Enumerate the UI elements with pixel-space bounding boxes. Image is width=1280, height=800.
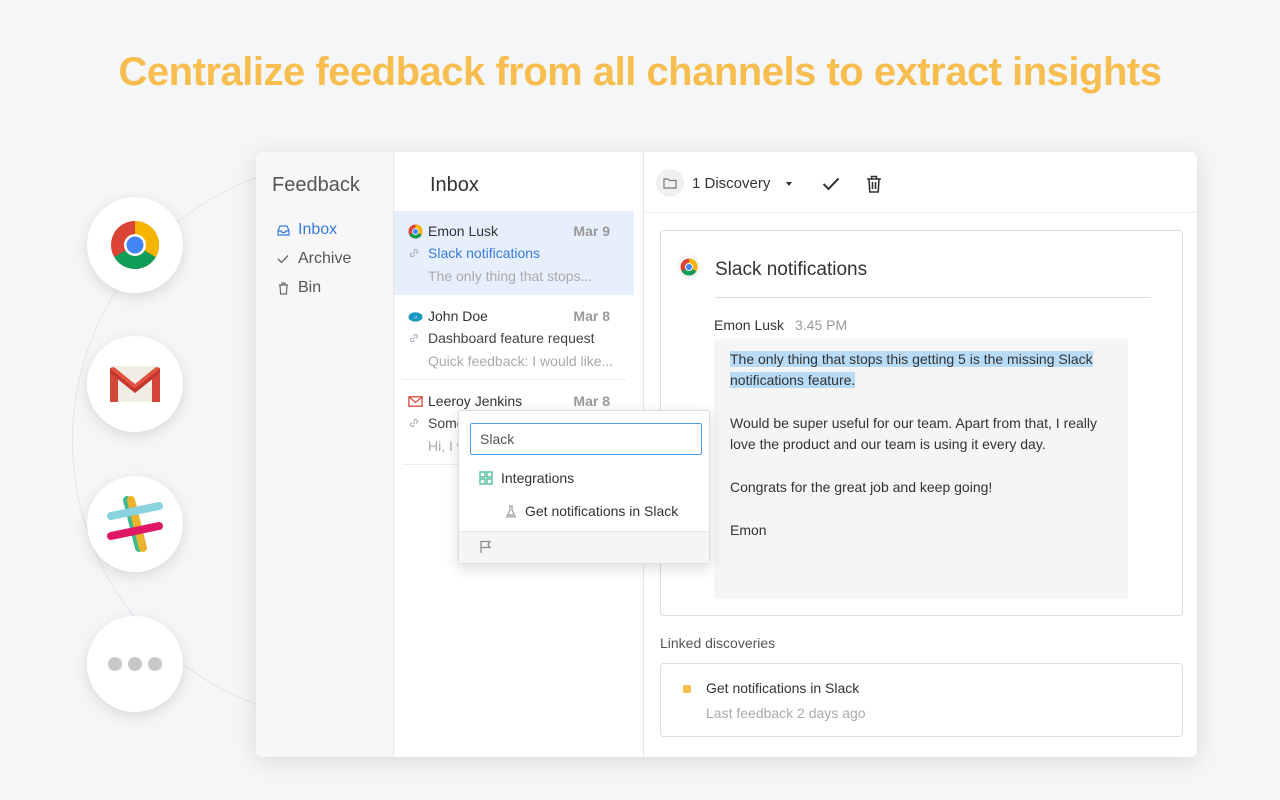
check-icon	[822, 177, 840, 191]
sender-name: Emon Lusk	[428, 223, 499, 239]
chrome-icon	[408, 224, 423, 239]
message-signature: Emon	[730, 522, 767, 538]
linked-discoveries-label: Linked discoveries	[660, 635, 776, 651]
discovery-dropdown[interactable]: 1 Discovery	[692, 175, 770, 192]
popup-footer	[459, 531, 709, 563]
slack-icon	[107, 496, 163, 552]
popup-category-integrations[interactable]: Integrations	[479, 470, 574, 486]
divider	[402, 379, 626, 380]
item-subject: Slack notifications	[428, 245, 541, 261]
inbox-icon	[276, 223, 290, 237]
feedback-card: Slack notifications Emon Lusk 3.45 PM Th…	[660, 230, 1183, 616]
linked-discovery-subtitle: Last feedback 2 days ago	[706, 705, 866, 721]
sender-name: Leeroy Jenkins	[428, 393, 523, 409]
more-sources-button[interactable]	[87, 616, 183, 712]
sidebar-title: Feedback	[272, 174, 360, 196]
link-icon	[409, 418, 419, 428]
sidebar-item-bin[interactable]: Bin	[276, 279, 321, 297]
source-badge	[677, 255, 701, 279]
headline: Centralize feedback from all channels to…	[118, 50, 1162, 94]
inbox-title: Inbox	[430, 174, 479, 196]
gmail-icon	[110, 366, 160, 402]
sidebar-item-inbox[interactable]: Inbox	[276, 221, 337, 239]
sender-name: John Doe	[428, 308, 488, 324]
divider	[715, 297, 1151, 298]
author-name: Emon Lusk	[714, 317, 785, 333]
feedback-title: Slack notifications	[715, 259, 868, 280]
highlighted-text[interactable]: The only thing that stops this getting 5…	[730, 351, 1093, 388]
app-window: Feedback Inbox Archive Bin Inbox Emon Lu…	[256, 152, 1197, 757]
chrome-icon	[111, 221, 160, 270]
item-subject: Dashboard feature request	[428, 330, 595, 346]
message-paragraph: Would be super useful for our team. Apar…	[730, 415, 1098, 452]
mark-done-button[interactable]	[821, 174, 841, 194]
trash-icon	[276, 281, 290, 295]
folder-icon	[663, 178, 677, 189]
folder-button[interactable]	[656, 169, 684, 197]
item-preview: Quick feedback: I would like...	[428, 353, 614, 369]
check-icon	[276, 252, 290, 266]
link-icon	[409, 333, 419, 343]
item-preview: The only thing that stops...	[428, 268, 593, 284]
delete-button[interactable]	[864, 174, 884, 194]
detail-pane: 1 Discovery Slack notifications Emon Lus…	[644, 152, 1197, 757]
sidebar-item-label: Bin	[298, 279, 322, 296]
popup-option-slack-notifications[interactable]: Get notifications in Slack	[505, 503, 678, 519]
link-icon	[409, 248, 419, 258]
inbox-item[interactable]: sf John Doe Mar 8 Dashboard feature requ…	[394, 296, 634, 380]
mail-icon	[408, 396, 423, 407]
message-paragraph: Congrats for the great job and keep goin…	[730, 479, 993, 495]
linked-discovery-title: Get notifications in Slack	[706, 680, 860, 696]
message-body[interactable]: The only thing that stops this getting 5…	[714, 339, 1128, 599]
popup-category-label: Integrations	[501, 470, 575, 486]
item-date: Mar 8	[573, 393, 610, 409]
chevron-down-icon[interactable]	[786, 182, 792, 186]
popup-option-label: Get notifications in Slack	[525, 503, 679, 519]
discovery-popup: Integrations Get notifications in Slack	[458, 410, 710, 564]
flask-icon	[505, 504, 517, 518]
gmail-source-button[interactable]	[87, 336, 183, 432]
grid-icon	[479, 471, 493, 485]
linked-discovery-item[interactable]: Get notifications in Slack Last feedback…	[660, 663, 1183, 737]
inbox-item[interactable]: Emon Lusk Mar 9 Slack notifications The …	[394, 211, 634, 295]
sidebar-item-archive[interactable]: Archive	[276, 250, 351, 268]
item-date: Mar 9	[573, 223, 610, 239]
status-dot	[683, 685, 691, 693]
item-date: Mar 8	[573, 308, 610, 324]
sidebar-item-label: Archive	[298, 250, 352, 267]
flag-icon[interactable]	[479, 540, 493, 554]
slack-source-button[interactable]	[87, 476, 183, 572]
message-time: 3.45 PM	[795, 317, 848, 333]
more-icon	[108, 657, 162, 671]
chrome-source-button[interactable]	[87, 197, 183, 293]
discovery-search-input[interactable]	[470, 423, 702, 455]
trash-icon	[867, 175, 881, 193]
svg-text:sf: sf	[414, 315, 417, 319]
detail-toolbar: 1 Discovery	[644, 152, 1197, 213]
salesforce-icon: sf	[408, 312, 423, 322]
sidebar-item-label: Inbox	[298, 221, 338, 238]
sidebar: Feedback Inbox Archive Bin	[256, 152, 394, 757]
chrome-icon	[680, 258, 698, 276]
